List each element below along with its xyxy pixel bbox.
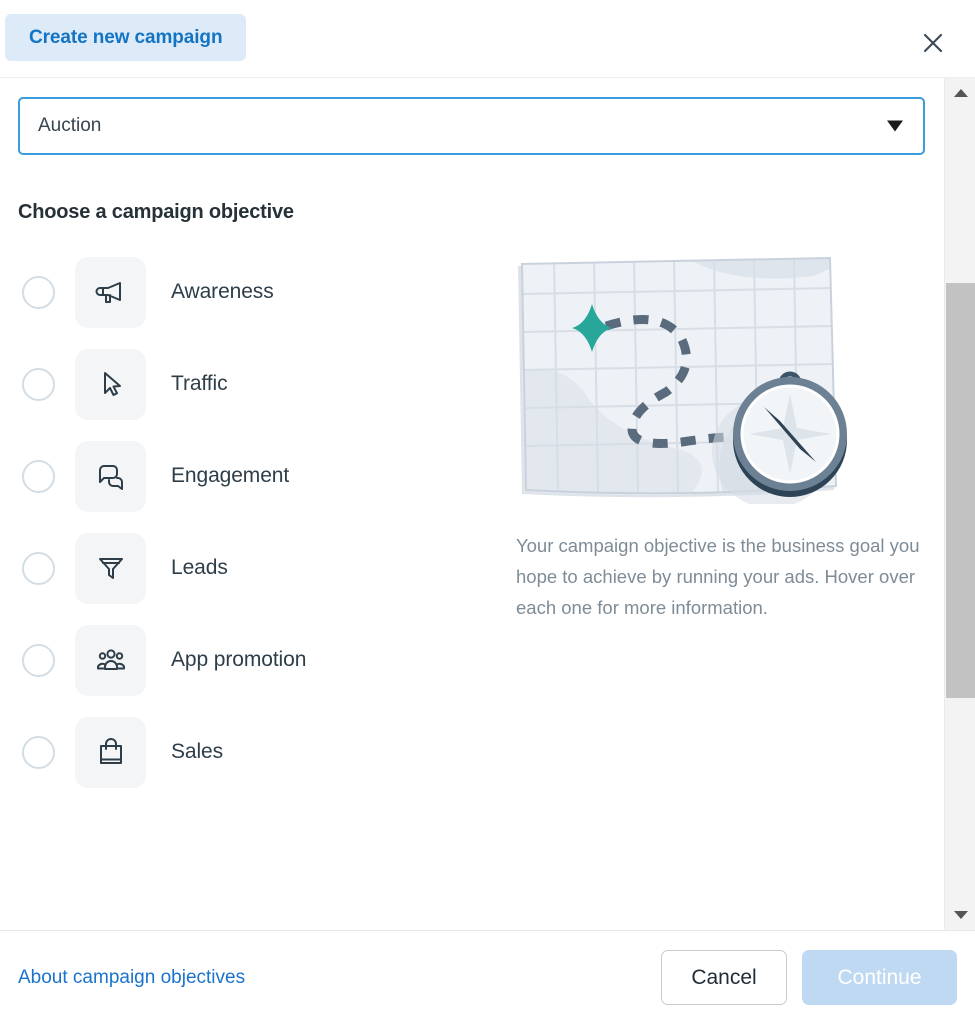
buying-type-select[interactable]: Auction [18,97,925,155]
dialog-body-content: Auction Choose a campaign objective Awar… [0,78,944,930]
objective-list: Awareness Traffic Engagement Leads App p… [18,246,488,798]
objective-label: Awareness [171,280,274,303]
objective-content: Awareness Traffic Engagement Leads App p… [18,246,924,798]
objective-option-sales[interactable]: Sales [18,706,488,798]
map-with-compass-illustration [514,252,874,504]
dialog-footer: About campaign objectives Cancel Continu… [0,930,975,1024]
cancel-button[interactable]: Cancel [661,950,787,1005]
close-icon[interactable] [916,26,950,60]
megaphone-icon [75,256,146,328]
dialog-body: Auction Choose a campaign objective Awar… [0,78,975,930]
vertical-scrollbar[interactable] [944,78,975,930]
objective-label: Traffic [171,372,228,395]
objective-label: Engagement [171,464,290,487]
radio-awareness[interactable] [22,275,55,309]
objective-option-awareness[interactable]: Awareness [18,246,488,338]
objective-option-leads[interactable]: Leads [18,522,488,614]
buying-type-select-wrap: Auction [18,97,925,155]
cursor-arrow-icon [75,348,146,420]
continue-button[interactable]: Continue [802,950,957,1005]
objective-option-traffic[interactable]: Traffic [18,338,488,430]
radio-sales[interactable] [22,735,55,769]
objective-option-app-promotion[interactable]: App promotion [18,614,488,706]
people-group-icon [75,624,146,696]
objective-label: App promotion [171,648,307,671]
radio-leads[interactable] [22,551,55,585]
create-campaign-dialog: Create new campaign Auction Choose a cam… [0,0,975,1024]
objective-info-panel: Your campaign objective is the business … [488,246,928,798]
radio-app-promotion[interactable] [22,643,55,677]
about-campaign-objectives-link[interactable]: About campaign objectives [18,967,245,989]
page-title: Choose a campaign objective [18,201,294,223]
funnel-icon [75,532,146,604]
dialog-header: Create new campaign [0,0,975,78]
scrollbar-thumb[interactable] [946,283,975,698]
triangle-down-icon[interactable] [945,903,975,927]
objective-label: Sales [171,740,224,763]
triangle-up-icon[interactable] [945,81,975,105]
radio-traffic[interactable] [22,367,55,401]
objective-option-engagement[interactable]: Engagement [18,430,488,522]
chat-bubbles-icon [75,440,146,512]
radio-engagement[interactable] [22,459,55,493]
objective-description: Your campaign objective is the business … [516,535,920,618]
shopping-bag-icon [75,716,146,788]
dialog-title-tab[interactable]: Create new campaign [5,14,247,61]
objective-label: Leads [171,556,228,579]
